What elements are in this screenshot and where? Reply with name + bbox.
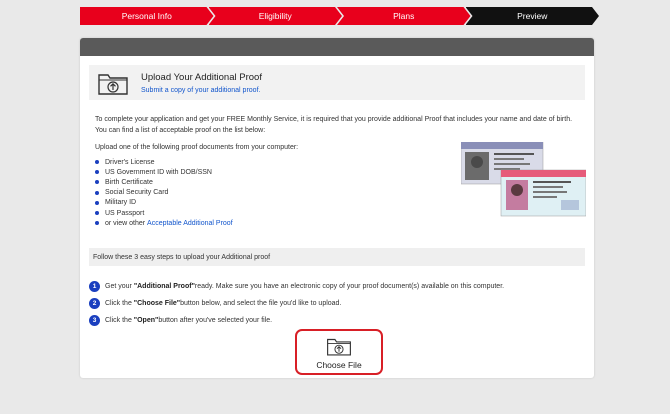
list-item: Military ID [95, 198, 233, 208]
instruction-step-1: 1 Get your "Additional Proof" ready. Mak… [89, 281, 504, 292]
step-eligibility[interactable]: Eligibility [209, 7, 343, 25]
choose-file-label: Choose File [316, 359, 362, 370]
upload-card: Upload Your Additional Proof Submit a co… [80, 38, 594, 378]
step-text-post: button below, and select the file you'd … [180, 300, 342, 307]
list-item-text: Military ID [105, 199, 137, 207]
instruction-step-3: 3 Click the "Open" button after you've s… [89, 315, 272, 326]
upload-subtitle-link[interactable]: Submit a copy of your additional proof. [141, 87, 262, 94]
list-item-text: US Passport [105, 209, 145, 217]
step-text-bold: "Choose File" [133, 300, 181, 307]
list-item-text: Driver's License [105, 158, 155, 166]
sample-id-cards-image [461, 142, 586, 217]
step-text-pre: Get your [105, 283, 132, 290]
bullet-icon [95, 221, 99, 226]
list-item: US Government ID with DOB/SSN [95, 167, 233, 177]
card-header-bar [80, 38, 594, 56]
acceptable-proof-link[interactable]: Acceptable Additional Proof [147, 220, 233, 227]
step-number-badge: 2 [89, 298, 100, 309]
folder-upload-icon [327, 338, 351, 356]
bullet-icon [95, 170, 99, 175]
list-item: Birth Certificate [95, 177, 233, 187]
step-plans[interactable]: Plans [337, 7, 471, 25]
documents-list: Driver's License US Government ID with D… [95, 157, 233, 228]
upload-title: Upload Your Additional Proof [141, 71, 262, 83]
bullet-icon [95, 180, 99, 185]
list-item-text: Birth Certificate [105, 178, 153, 186]
step-number-badge: 1 [89, 281, 100, 292]
steps-heading: Follow these 3 easy steps to upload your… [89, 248, 585, 266]
step-label: Personal Info [121, 11, 172, 21]
step-personal-info[interactable]: Personal Info [80, 7, 214, 25]
intro-text: To complete your application and get you… [95, 116, 573, 134]
step-text-bold: "Additional Proof" [133, 283, 195, 290]
steps-heading-text: Follow these 3 easy steps to upload your… [93, 253, 271, 261]
step-label: Preview [517, 11, 548, 21]
bullet-icon [95, 211, 99, 216]
step-preview[interactable]: Preview [466, 7, 600, 25]
step-label: Eligibility [258, 11, 292, 21]
instruction-step-2: 2 Click the "Choose File" button below, … [89, 298, 341, 309]
bullet-icon [95, 200, 99, 205]
step-text-post: button after you've selected your file. [158, 317, 273, 324]
folder-upload-icon [98, 73, 128, 95]
progress-stepper: Personal Info Eligibility Plans Preview [80, 7, 594, 25]
list-item: Social Security Card [95, 188, 233, 198]
view-other-prefix: or view other [105, 219, 146, 227]
list-item: US Passport [95, 208, 233, 218]
step-text-pre: Click the [105, 317, 132, 324]
step-text-pre: Click the [105, 300, 132, 307]
bullet-icon [95, 190, 99, 195]
list-item: Driver's License [95, 157, 233, 167]
step-text-bold: "Open" [133, 317, 159, 324]
step-label: Plans [393, 11, 415, 21]
step-number-badge: 3 [89, 315, 100, 326]
choose-file-button[interactable]: Choose File [295, 329, 383, 375]
bullet-icon [95, 160, 99, 165]
list-item-text: Social Security Card [105, 189, 169, 197]
list-item: or view other Acceptable Additional Proo… [95, 218, 233, 228]
documents-lead: Upload one of the following proof docume… [95, 144, 299, 151]
step-text-post: ready. Make sure you have an electronic … [194, 283, 505, 290]
list-item-text: US Government ID with DOB/SSN [105, 168, 212, 176]
upload-header: Upload Your Additional Proof Submit a co… [89, 65, 585, 100]
